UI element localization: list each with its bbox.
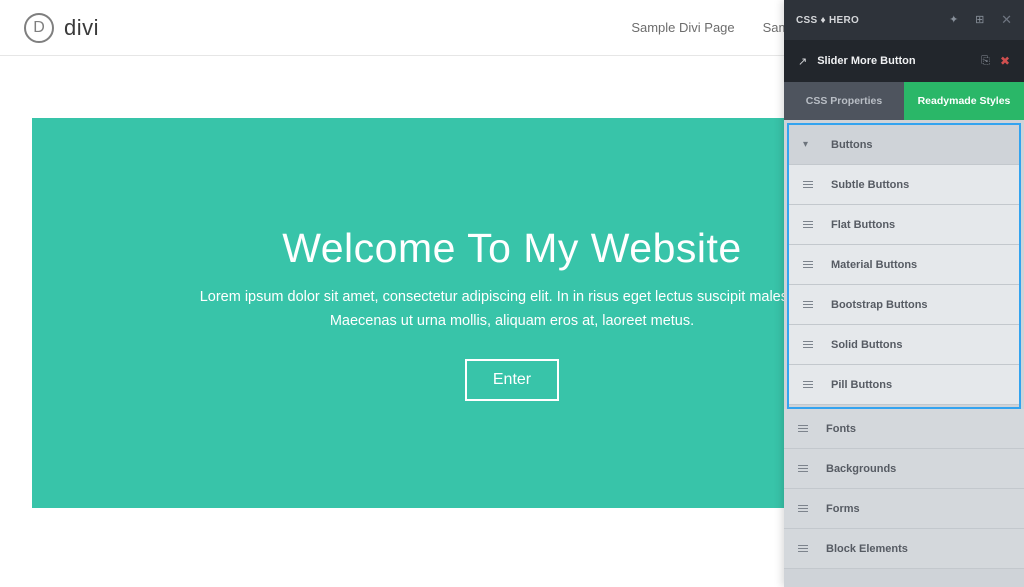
style-material-buttons[interactable]: Material Buttons [789,245,1019,285]
group-label: Buttons [831,139,873,151]
group-buttons-header[interactable]: ▾ Buttons [789,125,1019,165]
nav-item-sample-divi[interactable]: Sample Divi Page [631,20,734,35]
logo-icon: D [24,13,54,43]
list-icon [803,341,813,348]
panel-tabs: CSS Properties Readymade Styles [784,82,1024,120]
style-label: Flat Buttons [831,219,895,231]
logo-text: divi [64,15,99,41]
list-icon [798,465,808,472]
chevron-down-icon: ▾ [803,139,813,150]
style-bootstrap-buttons[interactable]: Bootstrap Buttons [789,285,1019,325]
list-icon [798,425,808,432]
expand-icon[interactable]: ⊞ [975,14,987,26]
list-icon [803,221,813,228]
group-label: Fonts [826,423,856,435]
group-label: Backgrounds [826,463,896,475]
style-label: Pill Buttons [831,379,892,391]
style-flat-buttons[interactable]: Flat Buttons [789,205,1019,245]
list-icon [803,261,813,268]
hero-title: Welcome To My Website [282,225,741,272]
wand-icon[interactable]: ✦ [949,14,961,26]
buttons-group-highlight: ▾ Buttons Subtle Buttons Flat Buttons Ma… [787,123,1021,409]
close-icon[interactable]: ✕ [1001,12,1012,28]
styles-list: ▾ Buttons Subtle Buttons Flat Buttons Ma… [784,120,1024,587]
tab-readymade-styles[interactable]: Readymade Styles [904,82,1024,120]
list-icon [798,505,808,512]
style-label: Bootstrap Buttons [831,299,928,311]
selection-label: Slider More Button [817,55,971,67]
group-label: Forms [826,503,860,515]
external-link-icon[interactable]: ↗ [798,55,807,68]
copy-icon[interactable]: ⎘ [981,55,990,68]
style-solid-buttons[interactable]: Solid Buttons [789,325,1019,365]
list-icon [803,381,813,388]
tab-css-properties[interactable]: CSS Properties [784,82,904,120]
enter-button[interactable]: Enter [465,359,559,401]
style-pill-buttons[interactable]: Pill Buttons [789,365,1019,405]
panel-selection-bar: ↗ Slider More Button ⎘ ✖ [784,40,1024,82]
css-hero-panel: CSS ♦ HERO ✦ ⊞ ✕ ↗ Slider More Button ⎘ … [784,0,1024,587]
style-label: Material Buttons [831,259,917,271]
panel-header: CSS ♦ HERO ✦ ⊞ ✕ [784,0,1024,40]
list-icon [798,545,808,552]
delete-icon[interactable]: ✖ [1000,54,1010,68]
list-icon [803,181,813,188]
group-forms[interactable]: Forms [784,489,1024,529]
group-backgrounds[interactable]: Backgrounds [784,449,1024,489]
panel-brand: CSS ♦ HERO [796,15,859,26]
group-label: Block Elements [826,543,908,555]
list-icon [803,301,813,308]
style-label: Solid Buttons [831,339,903,351]
group-fonts[interactable]: Fonts [784,409,1024,449]
group-block-elements[interactable]: Block Elements [784,529,1024,569]
style-label: Subtle Buttons [831,179,909,191]
style-subtle-buttons[interactable]: Subtle Buttons [789,165,1019,205]
logo[interactable]: D divi [24,13,99,43]
hero-subtitle: Lorem ipsum dolor sit amet, consectetur … [192,286,832,332]
